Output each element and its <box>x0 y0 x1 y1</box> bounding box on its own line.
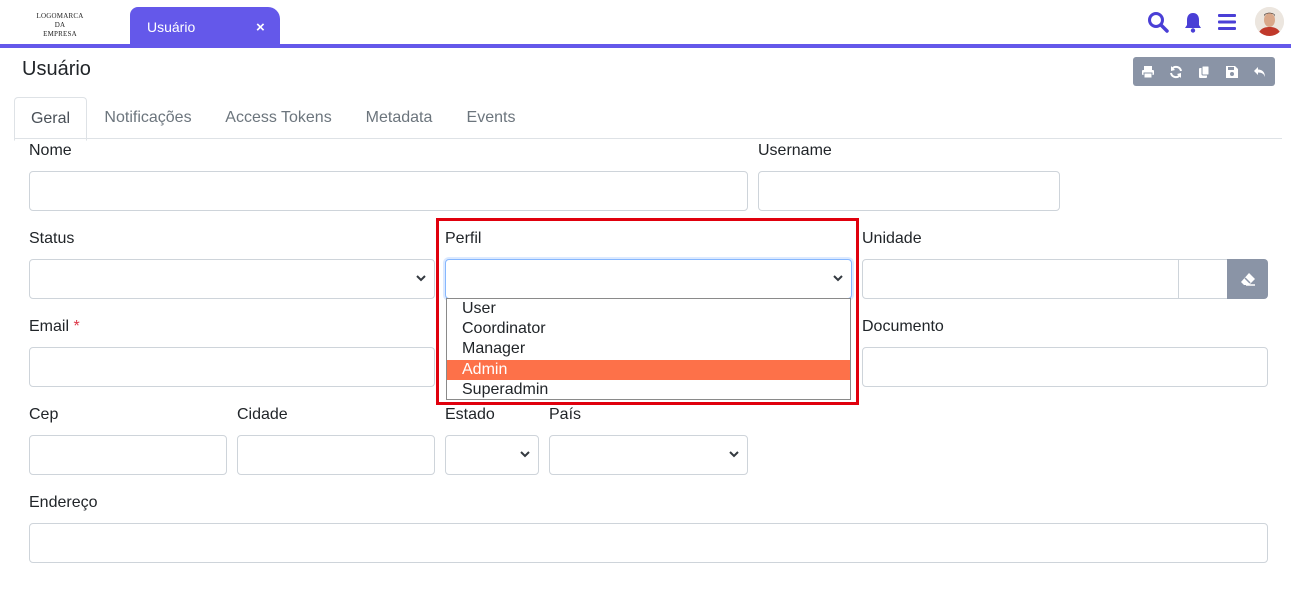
nome-label: Nome <box>29 142 72 159</box>
open-tab-usuario[interactable]: Usuário × <box>130 7 280 45</box>
endereco-label: Endereço <box>29 494 98 511</box>
eraser-icon <box>1240 273 1255 286</box>
bell-icon[interactable] <box>1181 10 1205 34</box>
search-icon[interactable] <box>1146 10 1170 34</box>
nome-input[interactable] <box>29 171 748 211</box>
tab-notificacoes[interactable]: Notificações <box>93 97 203 139</box>
cep-label: Cep <box>29 406 59 423</box>
documento-label: Documento <box>862 318 944 335</box>
print-button[interactable] <box>1134 57 1162 86</box>
tab-metadata[interactable]: Metadata <box>355 97 443 139</box>
email-label: Email * <box>29 318 80 336</box>
cidade-label: Cidade <box>237 406 288 423</box>
save-icon <box>1226 65 1238 78</box>
copy-icon <box>1199 65 1210 78</box>
copy-button[interactable] <box>1190 57 1218 86</box>
cep-input[interactable] <box>29 435 227 475</box>
save-button[interactable] <box>1218 57 1246 86</box>
cidade-input[interactable] <box>237 435 435 475</box>
required-mark: * <box>73 318 80 335</box>
menu-icon[interactable] <box>1215 10 1239 34</box>
estado-label: Estado <box>445 406 495 423</box>
documento-input[interactable] <box>862 347 1268 387</box>
avatar[interactable] <box>1255 7 1284 36</box>
tab-access-tokens[interactable]: Access Tokens <box>212 97 345 139</box>
print-icon <box>1142 65 1154 78</box>
unidade-label: Unidade <box>862 230 922 247</box>
status-select[interactable] <box>29 259 435 299</box>
chevron-down-icon <box>520 451 530 458</box>
logo-line-2: DA <box>54 21 66 29</box>
chevron-down-icon <box>416 275 426 282</box>
endereco-input[interactable] <box>29 523 1268 563</box>
undo-button[interactable] <box>1246 57 1274 86</box>
logo-line-1: LOGOMARCA <box>36 12 84 20</box>
username-input[interactable] <box>758 171 1060 211</box>
chevron-down-icon <box>729 451 739 458</box>
logo-line-3: EMPRESA <box>43 30 77 38</box>
refresh-button[interactable] <box>1162 57 1190 86</box>
email-input[interactable] <box>29 347 435 387</box>
tab-events[interactable]: Events <box>455 97 527 139</box>
pais-select[interactable] <box>549 435 748 475</box>
tab-geral[interactable]: Geral <box>14 97 87 141</box>
open-tab-label: Usuário <box>147 19 196 35</box>
status-label: Status <box>29 230 75 247</box>
undo-icon <box>1254 66 1265 77</box>
unidade-input[interactable] <box>862 259 1179 299</box>
refresh-icon <box>1170 65 1182 78</box>
email-label-text: Email <box>29 318 70 335</box>
close-tab-icon[interactable]: × <box>256 19 265 36</box>
clear-unidade-button[interactable] <box>1227 259 1268 299</box>
tabs-divider <box>14 138 1282 139</box>
unidade-search-addon[interactable] <box>1178 259 1228 299</box>
username-label: Username <box>758 142 832 159</box>
estado-select[interactable] <box>445 435 539 475</box>
record-toolbar <box>1133 57 1275 86</box>
pais-label: País <box>549 406 582 423</box>
annotation-highlight-box <box>436 218 859 405</box>
company-logo[interactable]: LOGOMARCA DA EMPRESA <box>30 12 90 39</box>
header-accent-line <box>0 44 1291 48</box>
page-title: Usuário <box>22 58 91 80</box>
